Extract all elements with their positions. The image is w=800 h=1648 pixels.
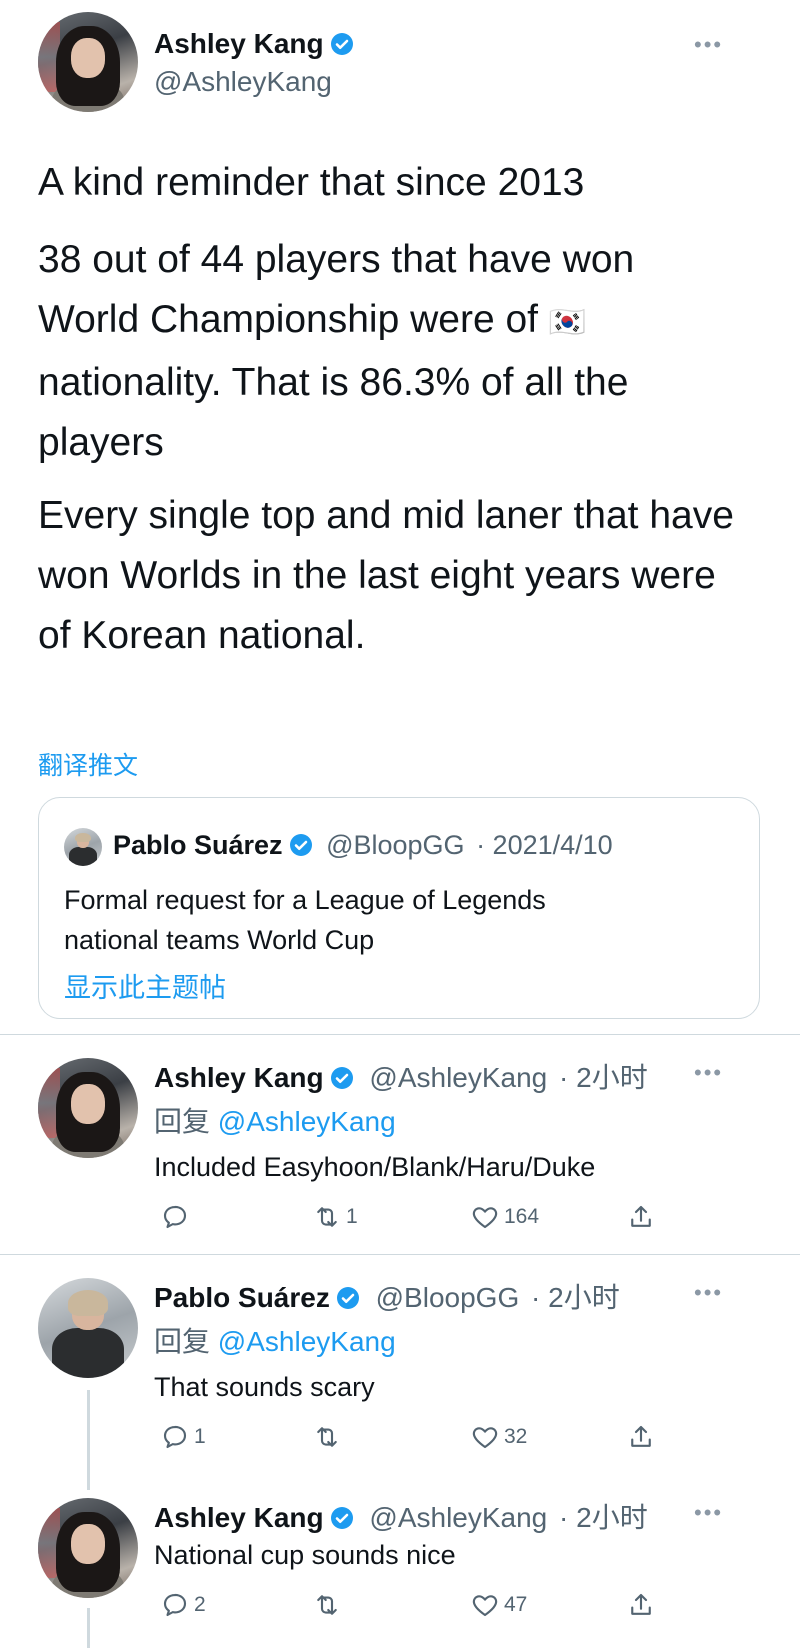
verified-badge-icon	[330, 33, 353, 55]
verified-badge-icon	[330, 1067, 353, 1089]
reply-3-handle[interactable]: @AshleyKang	[369, 1502, 547, 1533]
thread-connector-line	[87, 1390, 90, 1490]
korea-flag-icon: 🇰🇷	[548, 306, 587, 339]
quote-author-name: Pablo Suárez	[113, 830, 283, 860]
heart-icon	[472, 1207, 498, 1229]
reply-1-text: Included Easyhoon/Blank/Haru/Duke	[154, 1152, 596, 1182]
tweet-paragraph-1: A kind reminder that since 2013	[38, 161, 585, 204]
translate-tweet-link[interactable]: 翻译推文	[38, 746, 138, 782]
heart-icon	[472, 1595, 498, 1617]
reply-3-header: Ashley Kang @AshleyKang · 2小时	[154, 1496, 648, 1536]
reply-3-author-name[interactable]: Ashley Kang	[154, 1502, 324, 1533]
main-author-avatar[interactable]	[38, 12, 138, 112]
reply-1-mention-link[interactable]: @AshleyKang	[218, 1106, 396, 1137]
retweet-icon	[317, 1427, 337, 1447]
more-horizontal-icon[interactable]: •••	[694, 1280, 723, 1306]
reply-2-header: Pablo Suárez @BloopGG · 2小时	[154, 1276, 620, 1316]
quote-text: Formal request for a League of Legends n…	[64, 885, 546, 955]
verified-badge-icon	[330, 1507, 353, 1529]
thread-connector-line	[87, 1608, 90, 1648]
main-author-handle[interactable]: @AshleyKang	[154, 66, 332, 98]
reply-1-time: · 2小时	[559, 1062, 648, 1093]
share-icon	[631, 1593, 651, 1615]
reply-button[interactable]: 1	[160, 1422, 206, 1452]
divider	[0, 1254, 800, 1255]
share-button[interactable]	[626, 1202, 656, 1232]
more-horizontal-icon[interactable]: •••	[694, 32, 723, 58]
reply-1-avatar[interactable]	[38, 1058, 138, 1158]
reply-1-replying-to: 回复 @AshleyKang	[154, 1106, 396, 1137]
quote-date: · 2021/4/10	[476, 830, 613, 860]
reply-1-author-name[interactable]: Ashley Kang	[154, 1062, 324, 1093]
quote-author-handle: @BloopGG	[326, 830, 465, 860]
reply-3-actions: 2 47	[160, 1590, 660, 1622]
reply-2-mention-link[interactable]: @AshleyKang	[218, 1326, 396, 1357]
reply-2-actions: 1 32	[160, 1422, 660, 1454]
reply-button[interactable]: 2	[160, 1590, 206, 1620]
tweet-paragraph-3: Every single top and mid laner that have…	[38, 494, 734, 657]
retweet-button[interactable]	[312, 1422, 346, 1452]
divider	[0, 1034, 800, 1035]
reply-3-time: · 2小时	[559, 1502, 648, 1533]
main-author-line: Ashley Kang	[154, 28, 354, 60]
reply-2-replying-to: 回复 @AshleyKang	[154, 1326, 396, 1357]
share-button[interactable]	[626, 1590, 656, 1620]
quoted-tweet-card[interactable]: Pablo Suárez @BloopGG · 2021/4/10 Formal…	[38, 797, 760, 1019]
main-author-name[interactable]: Ashley Kang	[154, 28, 324, 59]
reply-1-actions: 1 164	[160, 1202, 660, 1234]
verified-badge-icon	[289, 834, 312, 856]
like-button[interactable]: 47	[470, 1590, 527, 1620]
retweet-button[interactable]: 1	[312, 1202, 358, 1232]
retweet-button[interactable]	[312, 1590, 346, 1620]
show-thread-link[interactable]: 显示此主题帖	[64, 966, 226, 1005]
reply-icon	[163, 1425, 187, 1449]
reply-2-text: That sounds scary	[154, 1372, 375, 1402]
reply-icon	[163, 1205, 187, 1229]
reply-2-avatar[interactable]	[38, 1278, 138, 1378]
reply-3-text: National cup sounds nice	[154, 1540, 456, 1570]
like-button[interactable]: 32	[470, 1422, 527, 1452]
more-horizontal-icon[interactable]: •••	[694, 1060, 723, 1086]
retweet-icon	[317, 1207, 337, 1227]
reply-button[interactable]	[160, 1202, 194, 1232]
heart-icon	[472, 1427, 498, 1449]
reply-icon	[163, 1593, 187, 1617]
reply-2-author-name[interactable]: Pablo Suárez	[154, 1282, 330, 1313]
reply-2-time: · 2小时	[531, 1282, 620, 1313]
tweet-paragraph-2: 38 out of 44 players that have won World…	[38, 238, 635, 464]
more-horizontal-icon[interactable]: •••	[694, 1500, 723, 1526]
like-button[interactable]: 164	[470, 1202, 539, 1232]
verified-badge-icon	[336, 1287, 359, 1309]
share-icon	[631, 1205, 651, 1227]
reply-3-avatar[interactable]	[38, 1498, 138, 1598]
reply-1-handle[interactable]: @AshleyKang	[369, 1062, 547, 1093]
quote-author-avatar	[64, 828, 102, 866]
quote-author-line: Pablo Suárez @BloopGG · 2021/4/10	[113, 830, 613, 861]
reply-1-header: Ashley Kang @AshleyKang · 2小时	[154, 1056, 648, 1096]
share-icon	[631, 1425, 651, 1447]
share-button[interactable]	[626, 1422, 656, 1452]
reply-2-handle[interactable]: @BloopGG	[376, 1282, 520, 1313]
retweet-icon	[317, 1595, 337, 1615]
